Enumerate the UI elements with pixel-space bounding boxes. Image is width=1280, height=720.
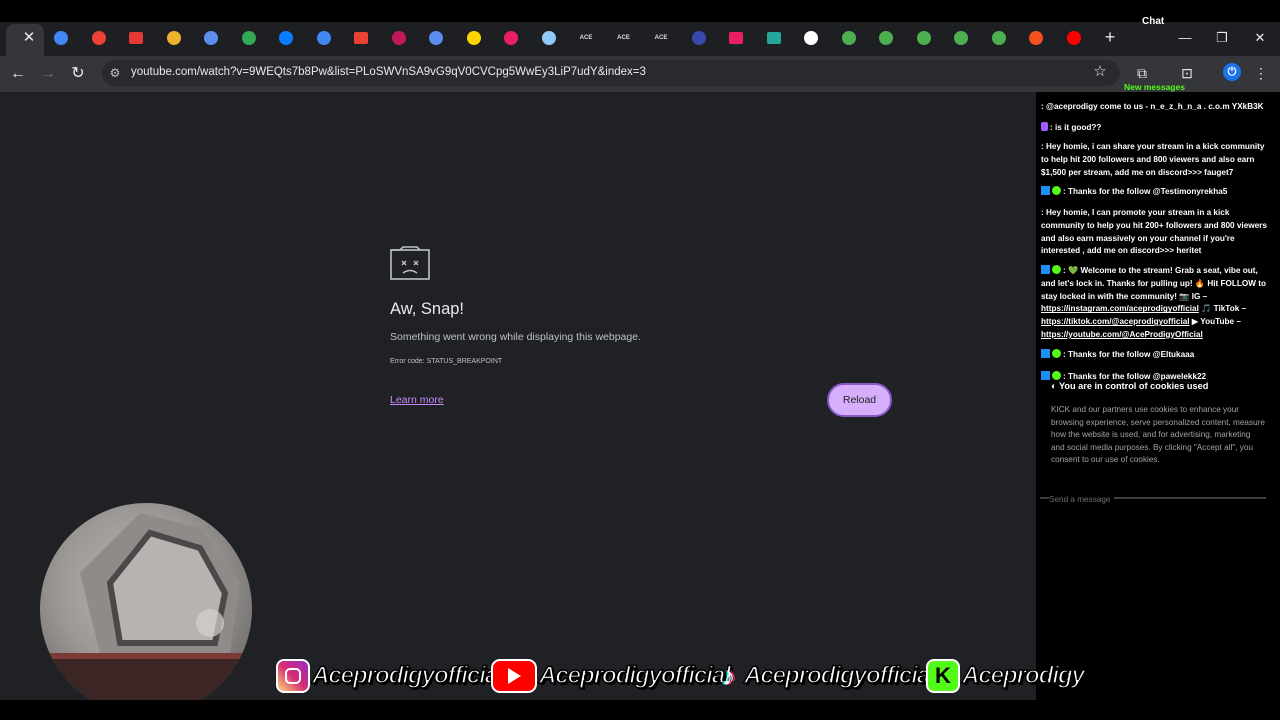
tab-dark-icon[interactable] xyxy=(801,28,821,48)
meta-icon[interactable] xyxy=(276,28,296,48)
bookmark-star-icon[interactable]: ☆ xyxy=(1090,62,1110,82)
cookie-icon: ◐ xyxy=(1051,381,1059,391)
chat-panel xyxy=(1036,92,1280,700)
extensions-icon[interactable]: ⧉ xyxy=(1131,62,1153,84)
docs-icon[interactable] xyxy=(314,28,334,48)
kick-icon: K xyxy=(926,659,960,693)
docs-icon[interactable] xyxy=(51,28,71,48)
webcam-scene xyxy=(40,513,252,715)
verified-badge-icon xyxy=(1052,186,1061,195)
tab-logo-icon[interactable] xyxy=(89,28,109,48)
bot-badge-icon xyxy=(1041,265,1050,274)
new-messages-indicator[interactable]: New messages xyxy=(1124,82,1185,92)
gmail-icon[interactable] xyxy=(351,28,371,48)
error-title: Aw, Snap! xyxy=(390,300,465,318)
tab-red-icon[interactable] xyxy=(126,28,146,48)
chat-message: : 💚 Welcome to the stream! Grab a seat, … xyxy=(1041,265,1267,339)
forward-button[interactable]: → xyxy=(36,62,60,86)
close-tab-icon[interactable]: ✕ xyxy=(19,28,39,48)
bottom-black-strip xyxy=(0,700,1280,720)
slack-icon[interactable] xyxy=(164,28,184,48)
tab-circle-icon[interactable] xyxy=(689,28,709,48)
ace-icon[interactable]: ACE xyxy=(614,28,634,48)
drive-icon[interactable] xyxy=(239,28,259,48)
plus-circle-icon[interactable] xyxy=(914,28,934,48)
instagram-link[interactable]: https://instagram.com/aceprodigyofficial xyxy=(1041,304,1199,313)
bot-badge-icon xyxy=(1041,186,1050,195)
chat-message: : Thanks for the follow @Eltukaaa xyxy=(1041,349,1273,362)
plus-circle-icon[interactable] xyxy=(876,28,896,48)
plus-circle-icon[interactable] xyxy=(989,28,1009,48)
learn-more-link[interactable]: Learn more xyxy=(390,394,444,406)
cookie-notice-body: KICK and our partners use cookies to enh… xyxy=(1051,405,1265,465)
tab-line-icon[interactable] xyxy=(726,28,746,48)
profile-avatar-icon[interactable]: ⏻ xyxy=(1223,63,1241,81)
tab-pink-icon[interactable] xyxy=(501,28,521,48)
reload-icon[interactable]: ↻ xyxy=(66,62,90,86)
chat-label: Chat xyxy=(1142,16,1165,27)
instagram-handle: Aceprodigyofficial xyxy=(276,658,505,694)
ace-icon[interactable]: ACE xyxy=(576,28,596,48)
error-description: Something went wrong while displaying th… xyxy=(390,331,641,343)
cookie-notice-title: ◐ You are in control of cookies used xyxy=(1051,381,1209,391)
bot-badge-icon xyxy=(1041,349,1050,358)
menu-icon[interactable]: ⋮ xyxy=(1250,62,1272,84)
tab-triangle-icon[interactable] xyxy=(426,28,446,48)
tiktok-link[interactable]: https://tiktok.com/@aceprodigyofficial xyxy=(1041,317,1190,326)
ace-icon[interactable]: ACE xyxy=(651,28,671,48)
youtube-handle: Aceprodigyofficial xyxy=(491,658,732,694)
youtube-link[interactable]: https://youtube.com/@AceProdigyOfficial xyxy=(1041,330,1203,339)
error-code: Error code: STATUS_BREAKPOINT xyxy=(390,358,503,365)
tab-s-icon[interactable] xyxy=(1026,28,1046,48)
cast-icon[interactable]: ⊡ xyxy=(1176,62,1198,84)
plus-circle-icon[interactable] xyxy=(951,28,971,48)
new-tab-button[interactable]: + xyxy=(1100,27,1120,47)
instagram-icon xyxy=(276,659,310,693)
plus-circle-icon[interactable] xyxy=(839,28,859,48)
tab-triangle-icon[interactable] xyxy=(201,28,221,48)
chat-message: : Thanks for the follow @Testimonyrekha5 xyxy=(1041,186,1273,199)
verified-badge-icon xyxy=(1052,371,1061,380)
top-black-strip xyxy=(0,0,1280,22)
mic-icon xyxy=(1041,122,1048,131)
chat-message: : Hey homie, I can promote your stream i… xyxy=(1041,208,1267,256)
bot-badge-icon xyxy=(1041,371,1050,380)
tab-m-icon[interactable] xyxy=(389,28,409,48)
verified-badge-icon xyxy=(1052,349,1061,358)
chat-message: : Hey homie, i can share your stream in … xyxy=(1041,142,1265,177)
youtube-icon xyxy=(491,659,537,693)
chat-message: : @aceprodigy come to us - n_e_z_h_n_a .… xyxy=(1041,102,1264,111)
chat-message: : is it good?? xyxy=(1041,122,1273,135)
verified-badge-icon xyxy=(1052,265,1061,274)
tab-v-icon[interactable] xyxy=(539,28,559,48)
tiktok-handle: ♪ Aceprodigyofficial xyxy=(716,658,937,694)
close-window-button[interactable]: ✕ xyxy=(1250,28,1270,48)
site-info-icon[interactable]: ⚙ xyxy=(106,64,124,82)
url-text[interactable]: youtube.com/watch?v=9WEQts7b8Pw&list=PLo… xyxy=(131,66,646,78)
kick-handle: K Aceprodigy xyxy=(926,658,1086,694)
tab-yellow-icon[interactable] xyxy=(464,28,484,48)
sad-tab-icon xyxy=(390,246,430,280)
minimize-button[interactable]: — xyxy=(1175,28,1195,48)
tiktok-icon: ♪ xyxy=(722,660,736,691)
reload-button[interactable]: Reload xyxy=(827,383,892,417)
send-message-input[interactable]: Send a message xyxy=(1049,495,1115,504)
maximize-button[interactable]: ❐ xyxy=(1212,28,1232,48)
youtube-icon[interactable] xyxy=(1064,28,1084,48)
webcam-overlay xyxy=(40,503,252,715)
back-button[interactable]: ← xyxy=(6,62,30,86)
tab-teal-icon[interactable] xyxy=(764,28,784,48)
